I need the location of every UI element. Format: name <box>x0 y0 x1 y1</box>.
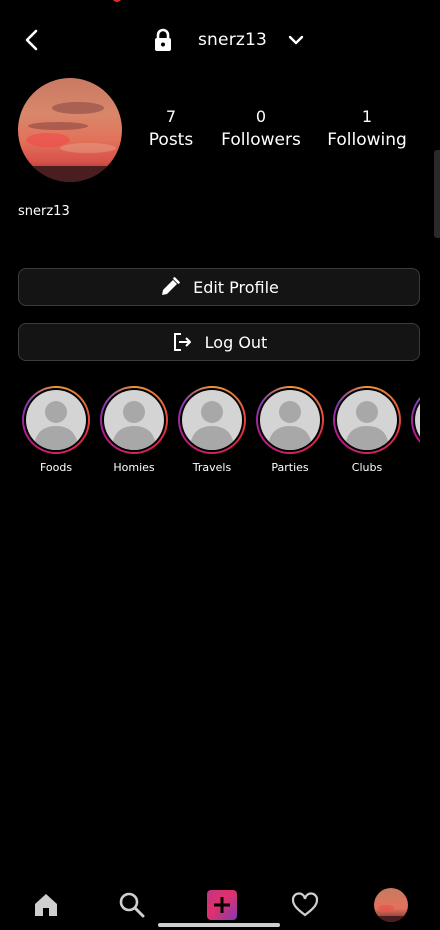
add-post-icon <box>207 890 237 920</box>
default-avatar-icon <box>34 401 78 450</box>
log-out-label: Log Out <box>204 332 268 352</box>
highlight-clubs[interactable]: Clubs <box>333 386 403 476</box>
nav-activity[interactable] <box>288 888 322 922</box>
highlight-homies[interactable]: Homies <box>100 386 170 476</box>
header-username: snerz13 <box>198 30 268 50</box>
following-value: 1 <box>361 107 373 126</box>
home-icon <box>35 894 57 916</box>
search-icon <box>119 892 145 918</box>
edit-profile-label: Edit Profile <box>193 277 279 297</box>
status-bar-left <box>60 0 122 2</box>
posts-value: 7 <box>165 107 177 126</box>
highlight-foods[interactable]: Foods <box>22 386 92 476</box>
default-avatar-icon <box>112 401 156 450</box>
posts-label: Posts <box>148 130 194 150</box>
account-switcher[interactable]: snerz13 <box>152 24 305 56</box>
back-arrow-icon <box>25 29 38 51</box>
profile-screen: snerz13 7 Posts 0 Followers 1 Following … <box>0 0 440 930</box>
nav-home[interactable] <box>29 888 63 922</box>
status-bar-right <box>292 0 412 2</box>
sunset-photo <box>18 78 122 182</box>
log-out-button[interactable]: Log Out <box>18 323 420 361</box>
default-avatar-icon <box>190 401 234 450</box>
highlight-label: Foods <box>39 461 73 474</box>
following-label: Following <box>327 130 407 150</box>
highlight-parties[interactable]: Parties <box>256 386 326 476</box>
highlight-label: Homies <box>113 461 155 474</box>
notification-dot <box>112 0 122 2</box>
pencil-icon <box>162 277 180 295</box>
chevron-down-icon <box>288 35 304 45</box>
profile-display-name: snerz13 <box>18 204 70 219</box>
followers-label: Followers <box>221 130 301 150</box>
story-highlights: Foods Homies Travels Parties Clubs <box>22 386 420 476</box>
profile-avatar[interactable] <box>18 78 122 182</box>
posts-count[interactable]: 7 Posts <box>140 106 202 152</box>
default-avatar-icon <box>268 401 312 450</box>
profile-avatar-small <box>374 888 408 922</box>
following-count[interactable]: 1 Following <box>324 106 410 152</box>
nav-add-post[interactable] <box>205 888 239 922</box>
highlight-partial[interactable] <box>411 386 420 476</box>
home-indicator-bar[interactable] <box>158 923 280 927</box>
highlight-label: Parties <box>271 461 309 474</box>
nav-profile[interactable] <box>374 888 408 922</box>
profile-header: snerz13 <box>0 22 440 58</box>
highlight-label: Clubs <box>351 461 383 474</box>
nav-search[interactable] <box>115 888 149 922</box>
edit-profile-button[interactable]: Edit Profile <box>18 268 420 306</box>
logout-icon <box>173 333 191 351</box>
heart-icon <box>291 892 319 917</box>
default-avatar-icon <box>345 401 389 450</box>
lock-icon <box>155 28 171 51</box>
followers-value: 0 <box>255 107 267 126</box>
back-button[interactable] <box>18 26 46 54</box>
default-avatar-icon <box>415 390 420 450</box>
followers-count[interactable]: 0 Followers <box>218 106 304 152</box>
highlight-travels[interactable]: Travels <box>178 386 248 476</box>
highlight-label: Travels <box>192 461 232 474</box>
scroll-indicator <box>434 150 440 238</box>
